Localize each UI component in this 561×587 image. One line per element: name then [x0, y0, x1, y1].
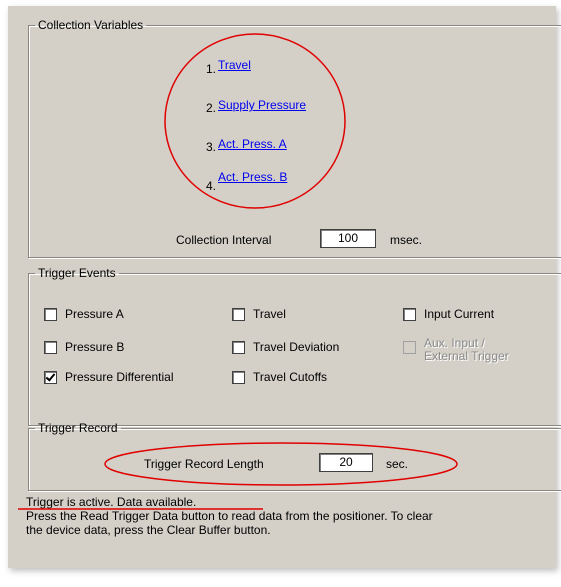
annotation-ellipse-variables	[164, 33, 346, 209]
annotation-ellipse-record-length	[104, 442, 458, 486]
annotation-overlay	[18, 33, 458, 510]
